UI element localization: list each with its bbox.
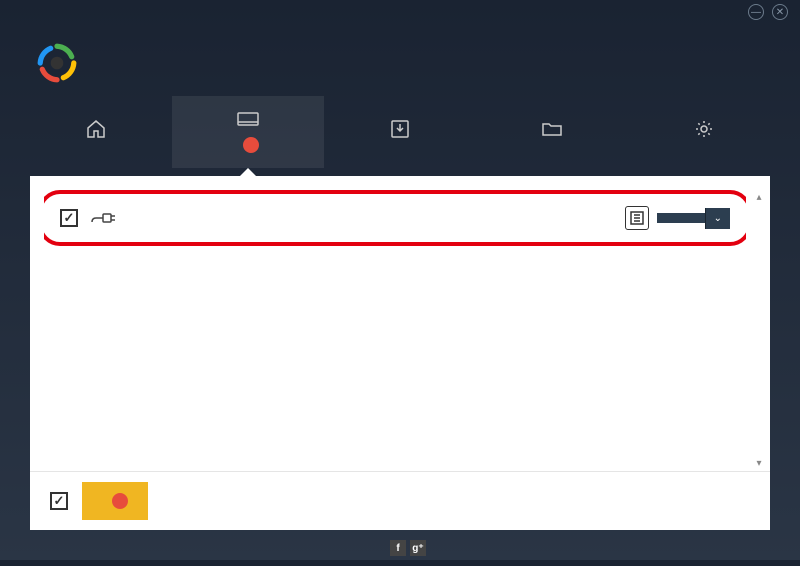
scroll-down-icon[interactable]: ▾: [752, 456, 766, 470]
gear-icon: [695, 119, 713, 139]
app-logo-icon: [36, 42, 78, 84]
content-panel: ⌄ ▴ ▾: [30, 176, 770, 530]
driver-row-highlighted: ⌄: [44, 190, 746, 246]
driver-list: ⌄: [44, 190, 746, 470]
footer: f g⁺: [0, 530, 800, 566]
nav-settings[interactable]: [628, 96, 780, 168]
close-button[interactable]: ✕: [772, 4, 788, 20]
updates-badge: [243, 137, 259, 153]
driver-checkbox[interactable]: [60, 209, 78, 227]
update-button-group: ⌄: [625, 206, 730, 230]
facebook-icon[interactable]: f: [390, 540, 406, 556]
nav-restore[interactable]: [476, 96, 628, 168]
bottom-bar: [30, 471, 770, 530]
scroll-up-icon[interactable]: ▴: [752, 190, 766, 204]
details-button[interactable]: [625, 206, 649, 230]
main-nav: [0, 96, 800, 168]
titlebar: — ✕: [0, 0, 800, 24]
google-plus-icon[interactable]: g⁺: [410, 540, 426, 556]
header: [0, 24, 800, 96]
plug-icon: [90, 204, 118, 232]
select-all-checkbox[interactable]: [50, 492, 68, 510]
download-badge: [112, 493, 128, 509]
driver-info: [130, 217, 613, 219]
monitor-icon: [237, 111, 259, 131]
social-links: f g⁺: [390, 540, 426, 556]
update-dropdown[interactable]: ⌄: [705, 208, 730, 229]
nav-backup[interactable]: [324, 96, 476, 168]
download-install-button[interactable]: [82, 482, 148, 520]
minimize-button[interactable]: —: [748, 4, 764, 20]
nav-home[interactable]: [20, 96, 172, 168]
download-box-icon: [391, 119, 409, 139]
nav-driver-updates[interactable]: [172, 96, 324, 168]
home-icon: [86, 119, 106, 139]
folder-icon: [542, 119, 562, 139]
scrollbar[interactable]: ▴ ▾: [752, 190, 766, 470]
update-button[interactable]: [657, 213, 705, 223]
